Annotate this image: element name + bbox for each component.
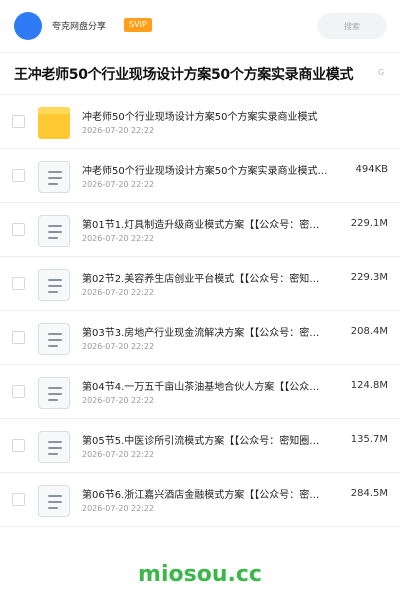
file-row[interactable]: 第05节5.中医诊所引流模式方案【【公众号：密知圈… 2026-07-20 22…	[0, 419, 400, 473]
file-date: 2026-07-20 22:22	[82, 288, 155, 297]
file-row[interactable]: 第01节1.灯具制造升级商业模式方案【【公众号：密… 2026-07-20 22…	[0, 203, 400, 257]
page-title: 王冲老师50个行业现场设计方案50个方案实录商业模式	[14, 67, 354, 83]
document-icon	[38, 161, 70, 193]
file-size: 494KB	[355, 164, 388, 175]
row-checkbox[interactable]	[12, 277, 25, 290]
file-row[interactable]: 第06节6.浙江嘉兴酒店金融模式方案【【公众号：密… 2026-07-20 22…	[0, 473, 400, 527]
file-size: 229.3M	[350, 272, 388, 283]
file-date: 2026-07-20 22:22	[82, 396, 155, 405]
file-date: 2026-07-20 22:22	[82, 504, 155, 513]
file-list: 冲老师50个行业现场设计方案50个方案实录商业模式 2026-07-20 22:…	[0, 95, 400, 527]
svip-badge[interactable]: SVIP	[124, 18, 152, 32]
row-checkbox[interactable]	[12, 385, 25, 398]
folder-icon	[38, 107, 70, 139]
row-checkbox[interactable]	[12, 439, 25, 452]
file-name[interactable]: 第05节5.中医诊所引流模式方案【【公众号：密知圈…	[82, 432, 344, 447]
row-checkbox[interactable]	[12, 223, 25, 236]
file-name[interactable]: 第04节4.一万五千亩山茶油基地合伙人方案【【公众…	[82, 378, 344, 393]
file-size: 135.7M	[350, 434, 388, 445]
file-name[interactable]: 第01节1.灯具制造升级商业模式方案【【公众号：密…	[82, 216, 344, 231]
row-checkbox[interactable]	[12, 331, 25, 344]
file-size: 208.4M	[350, 326, 388, 337]
document-icon	[38, 485, 70, 517]
document-icon	[38, 323, 70, 355]
watermark-text: miosou.cc	[138, 562, 262, 587]
document-icon	[38, 269, 70, 301]
file-date: 2026-07-20 22:22	[82, 234, 155, 243]
file-row[interactable]: 第04节4.一万五千亩山茶油基地合伙人方案【【公众… 2026-07-20 22…	[0, 365, 400, 419]
file-date: 2026-07-20 22:22	[82, 126, 155, 135]
file-name[interactable]: 第06节6.浙江嘉兴酒店金融模式方案【【公众号：密…	[82, 486, 344, 501]
row-checkbox[interactable]	[12, 115, 25, 128]
file-name[interactable]: 第03节3.房地产行业现金流解决方案【【公众号：密…	[82, 324, 344, 339]
file-row[interactable]: 第02节2.美容养生店创业平台模式【【公众号：密知… 2026-07-20 22…	[0, 257, 400, 311]
file-date: 2026-07-20 22:22	[82, 180, 155, 189]
header-divider	[0, 52, 400, 53]
file-size: 229.1M	[350, 218, 388, 229]
search-input[interactable]	[317, 13, 387, 39]
file-size: 124.8M	[350, 380, 388, 391]
file-row[interactable]: 第03节3.房地产行业现金流解决方案【【公众号：密… 2026-07-20 22…	[0, 311, 400, 365]
row-checkbox[interactable]	[12, 493, 25, 506]
file-size: 284.5M	[350, 488, 388, 499]
avatar[interactable]	[14, 12, 42, 40]
document-icon	[38, 377, 70, 409]
document-icon	[38, 431, 70, 463]
file-date: 2026-07-20 22:22	[82, 450, 155, 459]
row-checkbox[interactable]	[12, 169, 25, 182]
file-name[interactable]: 第02节2.美容养生店创业平台模式【【公众号：密知…	[82, 270, 344, 285]
file-name[interactable]: 冲老师50个行业现场设计方案50个方案实录商业模式…	[82, 162, 344, 177]
file-row[interactable]: 冲老师50个行业现场设计方案50个方案实录商业模式 2026-07-20 22:…	[0, 95, 400, 149]
document-icon	[38, 215, 70, 247]
file-name[interactable]: 冲老师50个行业现场设计方案50个方案实录商业模式	[82, 108, 352, 123]
file-date: 2026-07-20 22:22	[82, 342, 155, 351]
page-title-overflow: G	[378, 68, 385, 77]
file-row[interactable]: 冲老师50个行业现场设计方案50个方案实录商业模式… 2026-07-20 22…	[0, 149, 400, 203]
brand-name: 夸克网盘分享	[52, 22, 107, 32]
app-header: 夸克网盘分享 SVIP	[0, 0, 400, 52]
